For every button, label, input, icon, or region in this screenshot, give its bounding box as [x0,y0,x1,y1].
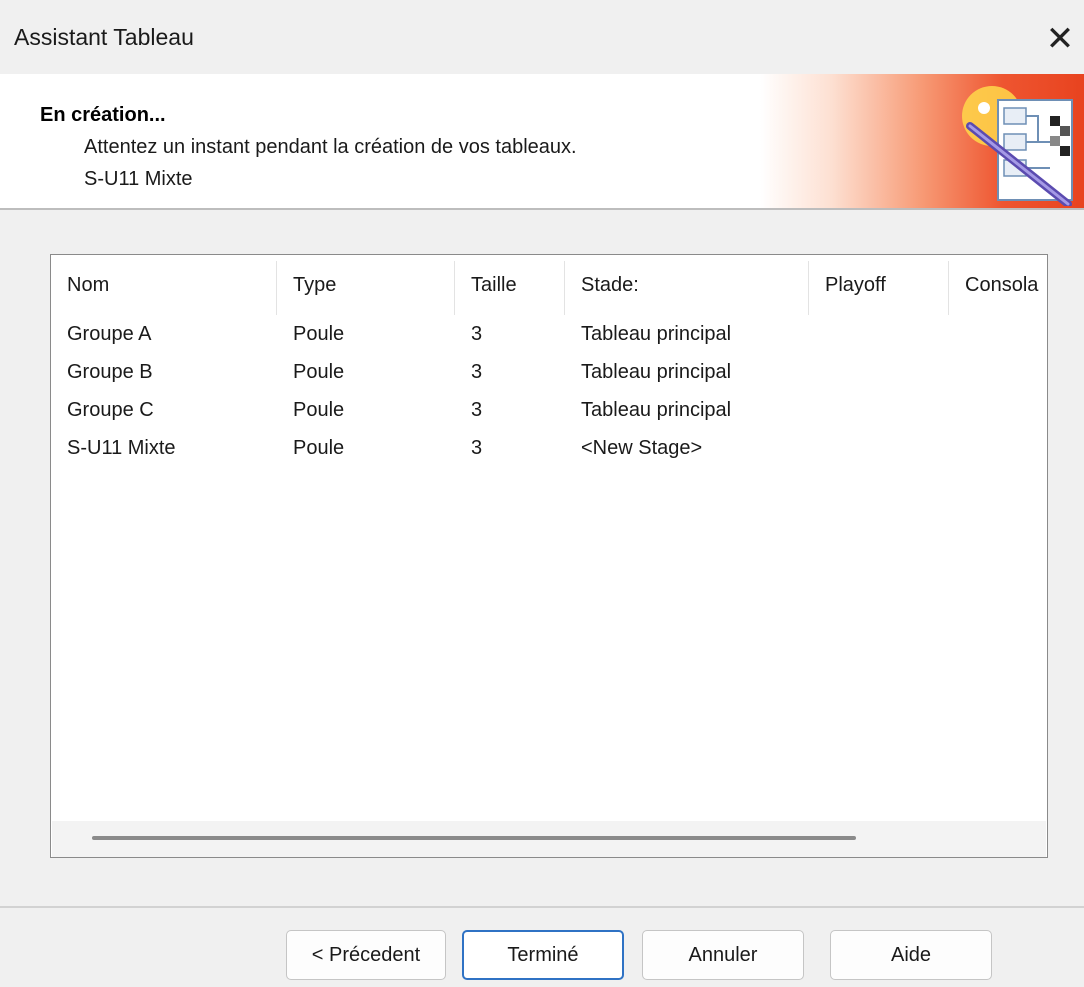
cell-taille: 3 [471,323,483,345]
cell-playoff [809,429,949,467]
column-header-consolation[interactable]: Consola [949,255,1047,315]
cell-taille: 3 [471,361,483,383]
cell-consolation [949,391,1047,429]
cell-type: Poule [293,399,345,421]
help-button[interactable]: Aide [830,930,992,980]
cell-consolation [949,429,1047,467]
table-row[interactable]: Groupe B Poule 3 Tableau principal [51,353,1047,391]
cell-nom: Groupe A [67,323,152,345]
header-subtitle: S-U11 Mixte [84,168,193,190]
cancel-button[interactable]: Annuler [642,930,804,980]
table-row[interactable]: Groupe A Poule 3 Tableau principal [51,315,1047,353]
cell-stade: Tableau principal [581,399,732,421]
cell-consolation [949,315,1047,353]
cell-type: Poule [293,437,345,459]
close-icon: ✕ [1045,20,1075,58]
horizontal-scrollbar[interactable] [52,821,1046,857]
previous-button[interactable]: < Précedent [286,930,446,980]
table-row[interactable]: S-U11 Mixte Poule 3 <New Stage> [51,429,1047,467]
table-row[interactable]: Groupe C Poule 3 Tableau principal [51,391,1047,429]
header-heading: En création... [40,104,166,126]
column-header-type[interactable]: Type [277,255,455,315]
cell-type: Poule [293,323,345,345]
window-title: Assistant Tableau [14,24,194,50]
wizard-draw-icon [962,86,1073,206]
column-header-playoff[interactable]: Playoff [809,255,949,315]
cell-playoff [809,353,949,391]
scrollbar-thumb[interactable] [92,836,856,840]
cell-type: Poule [293,361,345,383]
cell-playoff [809,315,949,353]
cell-nom: Groupe B [67,361,153,383]
cell-playoff [809,391,949,429]
title-bar: Assistant Tableau ✕ [0,0,1084,74]
column-header-stade[interactable]: Stade: [565,255,809,315]
header-description: Attentez un instant pendant la création … [84,136,577,158]
list-header: Nom Type Taille Stade: Playoff Consola [51,255,1047,315]
cell-taille: 3 [471,437,483,459]
cell-consolation [949,353,1047,391]
cell-stade: Tableau principal [581,361,732,383]
column-header-taille[interactable]: Taille [455,255,565,315]
footer-divider [0,906,1084,908]
stages-listview[interactable]: Nom Type Taille Stade: Playoff Consola G… [50,254,1048,858]
finish-button[interactable]: Terminé [462,930,624,980]
wizard-header: En création... Attentez un instant penda… [0,74,1084,210]
cell-stade: Tableau principal [581,323,732,345]
cell-stade: <New Stage> [581,437,703,459]
cell-taille: 3 [471,399,483,421]
column-header-nom[interactable]: Nom [51,255,277,315]
close-button[interactable]: ✕ [1036,10,1084,68]
cell-nom: Groupe C [67,399,154,421]
cell-nom: S-U11 Mixte [67,437,176,459]
